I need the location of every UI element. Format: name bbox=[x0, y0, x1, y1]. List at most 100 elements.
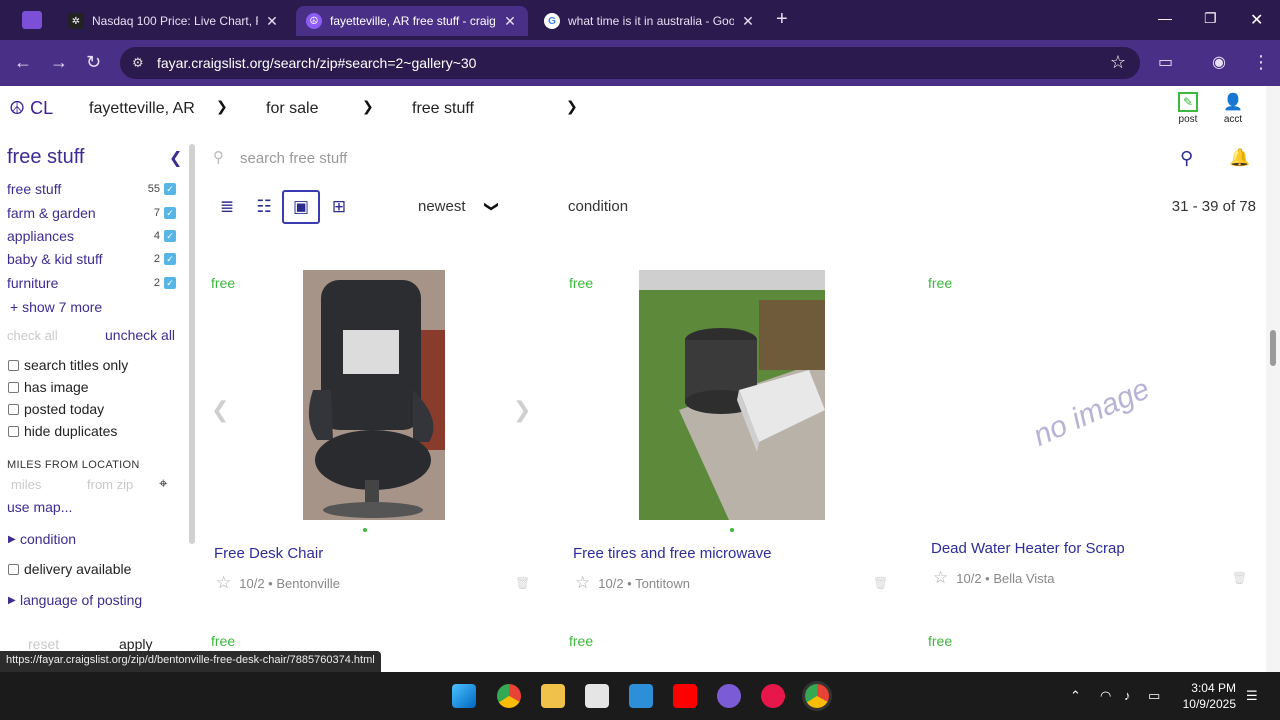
reset-button[interactable]: reset bbox=[28, 636, 59, 652]
favorite-star-icon[interactable]: ☆ bbox=[575, 573, 590, 593]
thumbnail-list-view-icon[interactable]: ☷ bbox=[245, 190, 283, 224]
youtube-music-icon[interactable] bbox=[761, 684, 785, 708]
location-selector[interactable]: fayetteville, AR bbox=[89, 100, 195, 118]
address-bar[interactable]: ⚙ fayar.craigslist.org/search/zip#search… bbox=[120, 47, 1140, 79]
cast-icon[interactable]: ▭ bbox=[1158, 52, 1173, 72]
category-checkbox[interactable]: ✓ bbox=[164, 277, 176, 289]
map-view-icon[interactable]: ⊞ bbox=[320, 190, 358, 224]
volume-icon[interactable]: ♪ bbox=[1124, 688, 1131, 703]
bookmark-star-icon[interactable]: ☆ bbox=[1110, 52, 1126, 73]
no-image-placeholder[interactable]: no image bbox=[1028, 372, 1155, 453]
minimize-icon[interactable]: — bbox=[1158, 10, 1172, 26]
youtube-icon[interactable] bbox=[673, 684, 697, 708]
checkbox[interactable] bbox=[8, 403, 19, 415]
sidebar-scrollbar[interactable] bbox=[188, 136, 196, 546]
option-posted-today[interactable]: posted today bbox=[8, 401, 104, 417]
file-explorer-icon[interactable] bbox=[541, 684, 565, 708]
category-checkbox[interactable]: ✓ bbox=[164, 207, 176, 219]
post-button[interactable]: ✎ post bbox=[1178, 92, 1198, 125]
option-search-titles[interactable]: search titles only bbox=[8, 357, 128, 373]
profile-icon[interactable]: ◉ bbox=[1212, 52, 1226, 72]
sidebar-category[interactable]: appliances bbox=[7, 228, 74, 244]
checkbox[interactable] bbox=[8, 359, 19, 371]
collapse-sidebar-icon[interactable]: ❮ bbox=[169, 148, 182, 168]
page-scrollbar[interactable] bbox=[1266, 86, 1280, 672]
tab-search-icon[interactable] bbox=[22, 11, 42, 29]
option-hide-duplicates[interactable]: hide duplicates bbox=[8, 423, 117, 439]
crosshair-icon[interactable]: ⌖ bbox=[159, 475, 167, 492]
apply-button[interactable]: apply bbox=[119, 636, 152, 652]
listing-image[interactable] bbox=[639, 270, 825, 520]
category-checkbox[interactable]: ✓ bbox=[164, 183, 176, 195]
menu-icon[interactable]: ⋮ bbox=[1252, 52, 1270, 73]
condition-dropdown[interactable]: condition bbox=[568, 198, 628, 215]
image-pager-dot[interactable] bbox=[730, 528, 734, 532]
search-input[interactable]: search free stuff bbox=[240, 150, 347, 167]
chevron-down-icon[interactable]: ❯ bbox=[216, 98, 228, 115]
checkbox[interactable] bbox=[8, 381, 19, 393]
chevron-down-icon[interactable]: ❯ bbox=[483, 201, 500, 213]
close-tab-icon[interactable]: ✕ bbox=[740, 13, 756, 30]
list-view-icon[interactable]: ≣ bbox=[208, 190, 246, 224]
prev-image-icon[interactable]: ❮ bbox=[211, 397, 229, 423]
sidebar-category[interactable]: free stuff bbox=[7, 181, 61, 197]
option-delivery[interactable]: delivery available bbox=[8, 561, 131, 577]
tab-nasdaq[interactable]: ✲ Nasdaq 100 Price: Live Chart, Fo ✕ bbox=[58, 6, 290, 36]
search-button-icon[interactable]: ⚲ bbox=[1180, 148, 1193, 169]
tab-google[interactable]: G what time is it in australia - Goo ✕ bbox=[534, 6, 766, 36]
option-has-image[interactable]: has image bbox=[8, 379, 89, 395]
site-info-icon[interactable]: ⚙ bbox=[132, 55, 144, 71]
check-all-link[interactable]: check all bbox=[7, 328, 58, 343]
gallery-view-icon[interactable]: ▣ bbox=[282, 190, 320, 224]
microsoft-store-icon[interactable] bbox=[585, 684, 609, 708]
account-button[interactable]: 👤 acct bbox=[1223, 92, 1243, 125]
checkbox[interactable] bbox=[8, 425, 19, 437]
sort-dropdown[interactable]: newest bbox=[418, 198, 466, 215]
craigslist-logo[interactable]: ☮ CL bbox=[9, 98, 53, 119]
battery-icon[interactable]: ▭ bbox=[1148, 688, 1160, 704]
favorite-star-icon[interactable]: ☆ bbox=[216, 573, 231, 593]
notifications-icon[interactable]: ☰ bbox=[1246, 688, 1258, 704]
chrome-active-icon[interactable] bbox=[805, 684, 829, 708]
next-image-icon[interactable]: ❯ bbox=[513, 397, 531, 423]
sidebar-category[interactable]: baby & kid stuff bbox=[7, 251, 102, 267]
category-selector[interactable]: free stuff bbox=[412, 100, 474, 118]
favorite-star-icon[interactable]: ☆ bbox=[933, 568, 948, 588]
back-icon[interactable]: ← bbox=[14, 52, 32, 73]
zip-input[interactable]: from zip bbox=[87, 477, 133, 492]
close-tab-icon[interactable]: ✕ bbox=[502, 13, 518, 30]
language-filter-toggle[interactable]: language of posting bbox=[20, 592, 142, 608]
miles-input[interactable]: miles bbox=[11, 477, 41, 492]
expand-triangle-icon[interactable]: ▶ bbox=[8, 534, 16, 545]
listing-title[interactable]: Free tires and free microwave bbox=[573, 545, 771, 562]
category-checkbox[interactable]: ✓ bbox=[164, 230, 176, 242]
chevron-down-icon[interactable]: ❯ bbox=[362, 98, 374, 115]
wifi-icon[interactable]: ◠ bbox=[1100, 688, 1111, 704]
listing-title[interactable]: Dead Water Heater for Scrap bbox=[931, 540, 1125, 557]
category-checkbox[interactable]: ✓ bbox=[164, 253, 176, 265]
new-tab-icon[interactable]: + bbox=[776, 8, 788, 31]
chevron-up-icon[interactable]: ⌃ bbox=[1070, 688, 1081, 704]
chevron-down-icon[interactable]: ❯ bbox=[566, 98, 578, 115]
listing-title[interactable]: Free Desk Chair bbox=[214, 545, 323, 562]
scrollbar-thumb[interactable] bbox=[1270, 330, 1276, 366]
scrollbar-thumb[interactable] bbox=[189, 144, 195, 544]
hide-trash-icon[interactable]: 🗑 bbox=[1232, 571, 1247, 585]
bell-icon[interactable]: 🔔 bbox=[1229, 148, 1250, 168]
use-map-link[interactable]: use map... bbox=[7, 499, 72, 515]
condition-filter-toggle[interactable]: condition bbox=[20, 531, 76, 547]
checkbox[interactable] bbox=[8, 563, 19, 575]
forward-icon[interactable]: → bbox=[50, 52, 68, 73]
uncheck-all-link[interactable]: uncheck all bbox=[105, 327, 175, 343]
system-clock[interactable]: 3:04 PM 10/9/2025 bbox=[1183, 680, 1236, 712]
windows-start-icon[interactable] bbox=[452, 684, 476, 708]
chrome-icon[interactable] bbox=[497, 684, 521, 708]
hide-trash-icon[interactable]: 🗑 bbox=[873, 576, 888, 590]
section-selector[interactable]: for sale bbox=[266, 100, 318, 118]
sidebar-category[interactable]: farm & garden bbox=[7, 205, 96, 221]
close-window-icon[interactable]: ✕ bbox=[1250, 10, 1263, 30]
media-player-icon[interactable] bbox=[717, 684, 741, 708]
hide-trash-icon[interactable]: 🗑 bbox=[515, 576, 530, 590]
listing-image[interactable] bbox=[303, 270, 445, 520]
restore-icon[interactable]: ❐ bbox=[1204, 10, 1217, 27]
